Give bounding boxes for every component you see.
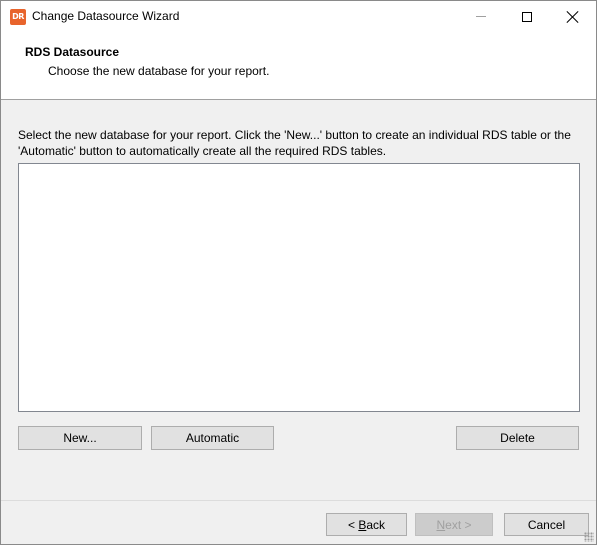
- wizard-window: DR Change Datasource Wizard RDS Datasour…: [0, 0, 597, 545]
- cancel-button[interactable]: Cancel: [504, 513, 589, 536]
- instructions-text: Select the new database for your report.…: [18, 128, 571, 158]
- minimize-icon: [476, 16, 486, 17]
- back-button-mnemonic: B: [358, 517, 367, 532]
- app-logo-icon: DR: [10, 9, 26, 25]
- footer-divider: [1, 500, 596, 501]
- next-button: Next >: [415, 513, 493, 536]
- back-button-prefix: <: [347, 517, 359, 532]
- close-button[interactable]: [550, 1, 596, 32]
- resize-grip[interactable]: [584, 532, 594, 542]
- next-button-mnemonic: N: [436, 517, 446, 532]
- back-button[interactable]: < Back: [326, 513, 407, 536]
- database-list[interactable]: [18, 163, 580, 412]
- new-button[interactable]: New...: [18, 426, 142, 450]
- maximize-icon: [522, 11, 532, 22]
- wizard-header: RDS Datasource Choose the new database f…: [1, 32, 596, 100]
- minimize-button[interactable]: [458, 1, 504, 32]
- close-icon: [567, 11, 579, 23]
- title-bar[interactable]: DR Change Datasource Wizard: [1, 1, 596, 32]
- page-subtitle: Choose the new database for your report.: [48, 64, 270, 78]
- window-title: Change Datasource Wizard: [32, 9, 180, 23]
- next-button-label: ext >: [445, 517, 472, 532]
- page-title: RDS Datasource: [25, 45, 120, 59]
- delete-button[interactable]: Delete: [456, 426, 579, 450]
- automatic-button[interactable]: Automatic: [151, 426, 274, 450]
- maximize-button[interactable]: [504, 1, 550, 32]
- back-button-label: ack: [366, 517, 386, 532]
